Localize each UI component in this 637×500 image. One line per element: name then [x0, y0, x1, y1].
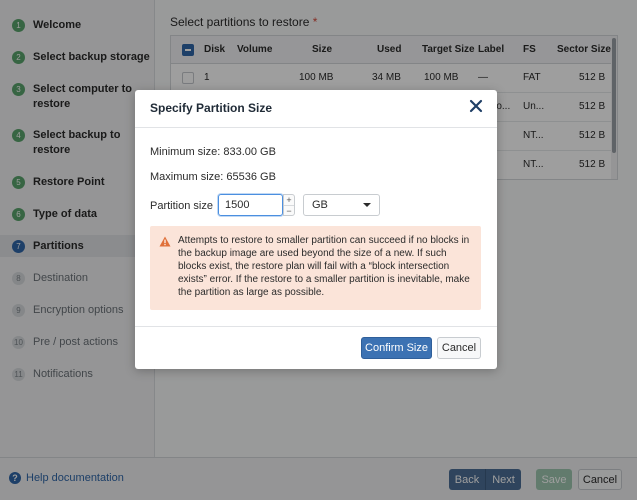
unit-value: GB [312, 199, 328, 211]
stepper-down-button[interactable]: − [284, 205, 294, 216]
dialog-footer: Confirm Size Cancel [135, 326, 497, 369]
maximum-size-text: Maximum size: 65536 GB [150, 171, 276, 183]
warning-icon [159, 236, 171, 247]
warning-box: Attempts to restore to smaller partition… [150, 226, 481, 310]
confirm-size-button[interactable]: Confirm Size [361, 337, 432, 359]
stepper-up-button[interactable]: + [284, 195, 294, 205]
partition-size-dialog: Specify Partition Size Minimum size: 833… [135, 90, 497, 369]
chevron-down-icon [363, 203, 371, 207]
minimum-size-text: Minimum size: 833.00 GB [150, 146, 276, 158]
warning-text: Attempts to restore to smaller partition… [178, 235, 470, 298]
close-icon[interactable] [469, 99, 483, 113]
size-unit-select[interactable]: GB [303, 194, 380, 216]
dialog-title: Specify Partition Size [150, 101, 273, 115]
dialog-cancel-button[interactable]: Cancel [437, 337, 481, 359]
dialog-header: Specify Partition Size [135, 90, 497, 128]
partition-size-input[interactable]: 1500 [218, 194, 283, 216]
partition-size-label: Partition size [150, 200, 213, 212]
size-stepper[interactable]: + − [283, 194, 295, 216]
